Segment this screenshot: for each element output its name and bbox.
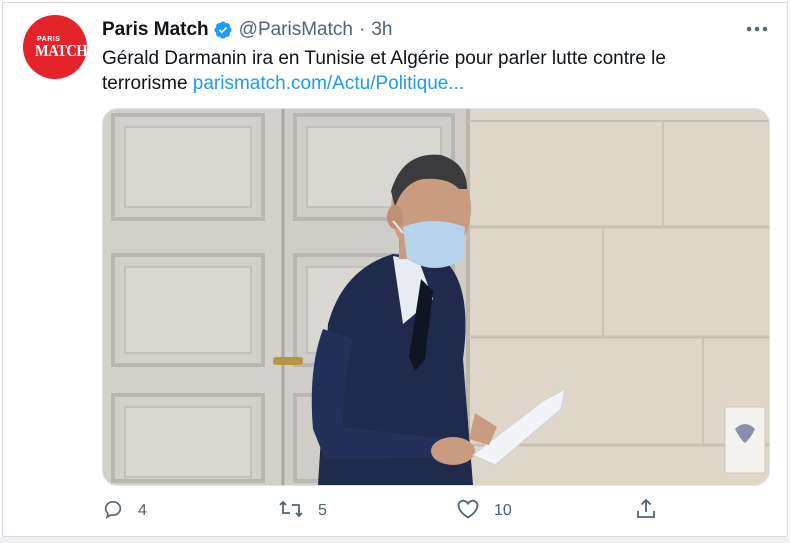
reply-button[interactable]: 4 bbox=[102, 496, 147, 526]
logo-big-text: MATCH bbox=[35, 41, 87, 60]
verified-badge-icon bbox=[213, 20, 233, 40]
avatar[interactable]: PARIS MATCH bbox=[23, 15, 87, 79]
heart-icon bbox=[456, 498, 480, 525]
tweet-photo[interactable] bbox=[102, 108, 770, 486]
author-name[interactable]: Paris Match bbox=[102, 18, 209, 42]
share-icon bbox=[634, 497, 658, 526]
photo-man-in-suit-with-mask-icon bbox=[103, 109, 769, 485]
more-options-icon[interactable] bbox=[742, 19, 772, 39]
paris-match-logo: PARIS MATCH bbox=[27, 19, 87, 75]
share-button[interactable] bbox=[634, 496, 672, 526]
author-handle[interactable]: @ParisMatch bbox=[239, 18, 353, 42]
separator-dot: · bbox=[358, 19, 366, 40]
like-button[interactable]: 10 bbox=[456, 496, 512, 526]
reply-count: 4 bbox=[138, 502, 147, 519]
tweet-text: Gérald Darmanin ira en Tunisie et Algéri… bbox=[102, 46, 742, 96]
tweet-header: Paris Match @ParisMatch · 3h bbox=[102, 18, 392, 42]
feed-divider bbox=[0, 537, 790, 543]
tweet-actions: 4 5 10 bbox=[102, 496, 662, 526]
retweet-icon bbox=[278, 498, 304, 525]
reply-icon bbox=[102, 498, 124, 525]
retweet-count: 5 bbox=[318, 502, 327, 519]
article-link[interactable]: parismatch.com/Actu/Politique... bbox=[193, 73, 464, 94]
timestamp[interactable]: 3h bbox=[371, 18, 392, 42]
like-count: 10 bbox=[494, 502, 512, 519]
retweet-button[interactable]: 5 bbox=[278, 496, 327, 526]
